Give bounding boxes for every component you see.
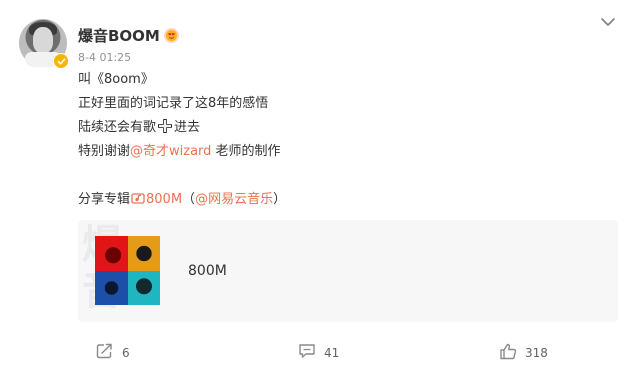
share-prefix: 分享专辑 [78, 192, 131, 207]
avatar-face [33, 27, 53, 53]
share-album-line: 分享专辑 800M（@网易云音乐） [78, 188, 286, 212]
share-count: 6 [122, 345, 130, 360]
post-timestamp[interactable]: 8-4 01:25 [78, 51, 131, 64]
verified-badge-icon [53, 53, 69, 69]
content-line-3: 陆续还会有歌 进去 [78, 116, 286, 140]
content-line-2: 正好里面的词记录了这8年的感悟 [78, 96, 269, 111]
content-line-4-suffix: 老师的制作 [211, 144, 281, 159]
content-line-4-prefix: 特别谢谢 [78, 144, 131, 159]
share-button[interactable]: 6 [96, 343, 130, 362]
content-line-3-suffix: 进去 [174, 120, 201, 135]
comment-button[interactable]: 41 [298, 343, 339, 362]
album-link[interactable]: 800M [146, 192, 182, 207]
share-icon [96, 343, 114, 362]
vip-heart-eyes-icon[interactable] [163, 28, 179, 43]
username[interactable]: 爆音BOOM [78, 25, 179, 46]
chevron-down-icon[interactable] [600, 13, 616, 26]
album-card-title[interactable]: 800M [188, 263, 227, 279]
comment-count: 41 [324, 345, 340, 360]
album-card[interactable]: 爆 音 800M [78, 220, 618, 322]
album-cover-quadrant [127, 270, 160, 305]
comment-icon [298, 343, 316, 362]
album-cover-quadrant [95, 236, 128, 271]
like-count: 318 [525, 346, 548, 360]
paren-close: ） [273, 192, 287, 207]
mention-link-netease[interactable]: @网易云音乐 [195, 192, 273, 207]
album-cover-quadrant [95, 270, 128, 305]
paren-open: （ [182, 192, 196, 207]
content-line-1: 叫《8oom》 [78, 72, 154, 87]
like-button[interactable]: 318 [499, 343, 548, 363]
content-line-3-text: 陆续还会有歌 [78, 120, 157, 135]
thumbs-up-icon [499, 343, 517, 363]
post-content: 叫《8oom》 正好里面的词记录了这8年的感悟 陆续还会有歌 进去 特别谢谢@奇… [78, 68, 286, 212]
content-line-4: 特别谢谢@奇才wizard 老师的制作 [78, 140, 286, 164]
music-album-icon[interactable] [131, 190, 145, 214]
album-cover[interactable] [95, 236, 160, 305]
album-cover-quadrant [127, 236, 160, 271]
username-text[interactable]: 爆音BOOM [78, 25, 160, 46]
mention-link-wizard[interactable]: @奇才wizard [130, 144, 211, 159]
